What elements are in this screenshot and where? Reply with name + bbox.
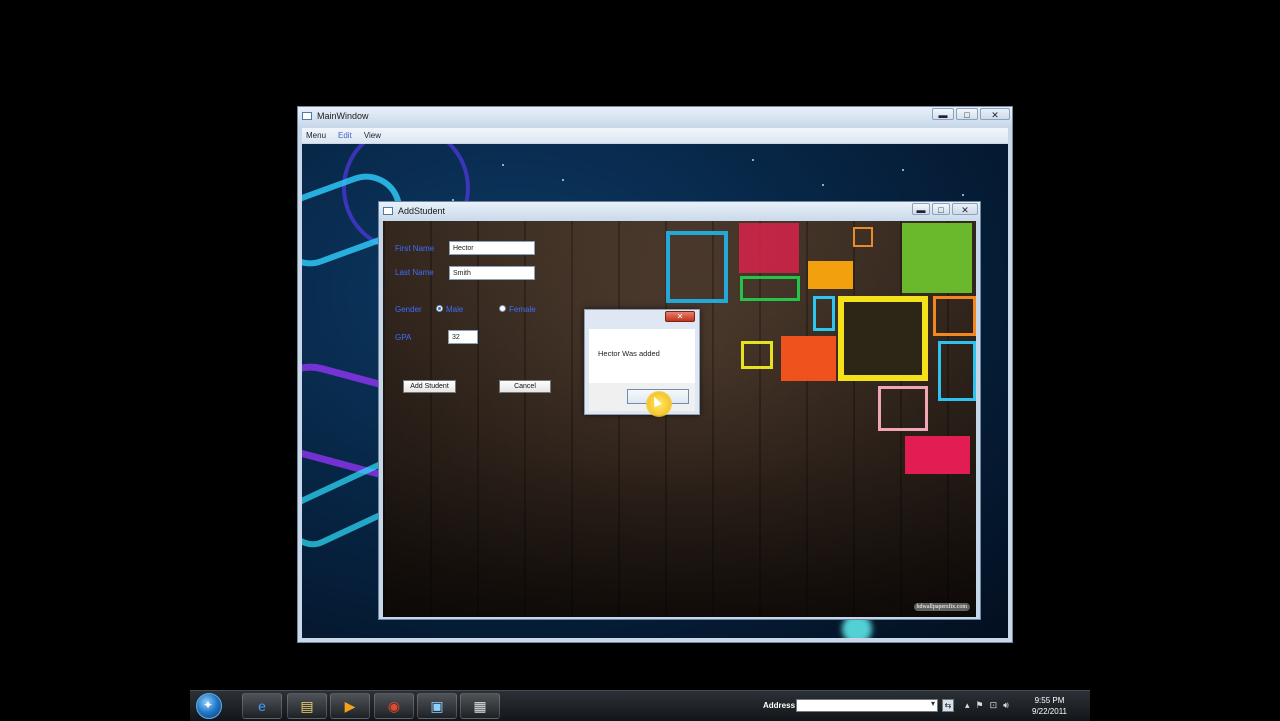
main-titlebar[interactable]: MainWindow ▬ □ ✕ <box>298 107 1012 126</box>
explorer-icon[interactable]: ▤ <box>287 693 327 719</box>
add-student-button[interactable]: Add Student <box>403 380 456 393</box>
cancel-button[interactable]: Cancel <box>499 380 551 393</box>
wallpaper-tile <box>739 223 799 273</box>
address-go-button[interactable]: ⇆ <box>942 699 954 712</box>
gpa-input[interactable]: 32 <box>448 330 478 344</box>
male-radio[interactable] <box>436 305 443 312</box>
wallpaper-tile <box>781 336 836 381</box>
wallpaper-tile <box>666 231 728 303</box>
minimize-button[interactable]: ▬ <box>912 203 930 215</box>
window-icon <box>302 112 312 120</box>
main-window-title: MainWindow <box>317 111 369 121</box>
system-tray: ▴ ⚑ ⊡ 🔊︎ <box>965 700 1009 711</box>
gpa-label: GPA <box>395 333 412 342</box>
background-sparkle <box>902 169 904 171</box>
add-student-form: First Name Hector Last Name Smith Gender… <box>383 221 976 617</box>
wallpaper-tile <box>938 341 976 401</box>
minimize-button[interactable]: ▬ <box>932 108 954 120</box>
address-input[interactable] <box>796 699 938 712</box>
window-controls: ▬ □ ✕ <box>912 203 978 217</box>
message-footer <box>589 383 695 411</box>
wallpaper-tile <box>740 276 800 301</box>
add-student-titlebar[interactable]: AddStudent ▬ □ ✕ <box>379 202 980 221</box>
wallpaper-tile <box>741 341 773 369</box>
address-label: Address <box>763 701 796 710</box>
network-icon[interactable]: ⊡ <box>990 700 998 711</box>
first-name-input[interactable]: Hector <box>449 241 535 255</box>
clock[interactable]: 9:55 PM 9/22/2011 <box>1032 695 1067 717</box>
menu-bar: Menu Edit View <box>302 128 1008 143</box>
message-body: Hector Was added <box>589 329 695 411</box>
add-student-title: AddStudent <box>398 206 446 216</box>
background-sparkle <box>822 184 824 186</box>
menu-item-view[interactable]: View <box>364 128 381 143</box>
wallpaper-tile <box>878 386 928 431</box>
app-icon[interactable]: ▦ <box>460 693 500 719</box>
close-button[interactable]: ✕ <box>952 203 978 215</box>
maximize-button[interactable]: □ <box>956 108 978 120</box>
message-close-button[interactable]: ✕ <box>665 311 695 322</box>
female-radio-label[interactable]: Female <box>509 305 536 314</box>
taskbar: e ▤ ▶ ◉ ▣ ▦ Address ⇆ ▴ ⚑ ⊡ 🔊︎ 9:55 PM 9… <box>190 690 1090 721</box>
media-player-icon[interactable]: ▶ <box>330 693 370 719</box>
volume-icon[interactable]: 🔊︎ <box>1003 700 1009 711</box>
background-sparkle <box>562 179 564 181</box>
menu-item-edit[interactable]: Edit <box>338 128 352 143</box>
window-icon <box>383 207 393 215</box>
last-name-input[interactable]: Smith <box>449 266 535 280</box>
wallpaper-tile <box>902 223 972 293</box>
wallpaper-tile <box>853 227 873 247</box>
message-text: Hector Was added <box>598 349 660 358</box>
maximize-button[interactable]: □ <box>932 203 950 215</box>
message-box: ✕ Hector Was added <box>584 309 700 415</box>
last-name-label: Last Name <box>395 268 434 277</box>
ie-icon[interactable]: e <box>242 693 282 719</box>
close-button[interactable]: ✕ <box>980 108 1010 120</box>
tray-expand-icon[interactable]: ▴ <box>965 700 970 711</box>
female-radio[interactable] <box>499 305 506 312</box>
clock-time: 9:55 PM <box>1034 696 1065 705</box>
wallpaper-tile <box>933 296 976 336</box>
wallpaper-tile <box>905 436 970 474</box>
wallpaper-watermark: hdwallpapersfix.com <box>913 603 970 611</box>
background-sparkle <box>962 194 964 196</box>
wallpaper-tile <box>813 296 835 331</box>
gender-label: Gender <box>395 305 422 314</box>
background-sparkle <box>502 164 504 166</box>
first-name-label: First Name <box>395 244 435 253</box>
menu-item-menu[interactable]: Menu <box>306 128 326 143</box>
male-radio-label[interactable]: Male <box>446 305 463 314</box>
flag-icon[interactable]: ⚑ <box>976 700 984 711</box>
clock-date: 9/22/2011 <box>1032 707 1067 716</box>
wallpaper-tile <box>808 261 853 289</box>
background-sparkle <box>752 159 754 161</box>
start-orb[interactable] <box>196 693 222 719</box>
window-app-icon[interactable]: ▣ <box>417 693 457 719</box>
window-controls: ▬ □ ✕ <box>932 108 1010 122</box>
chrome-icon[interactable]: ◉ <box>374 693 414 719</box>
wallpaper-tile <box>838 296 928 381</box>
